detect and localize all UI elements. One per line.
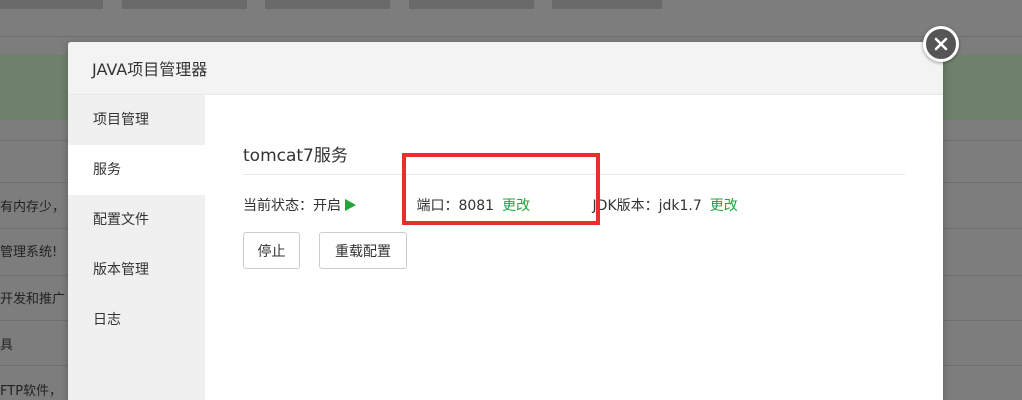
background-row-text: 有内存少， xyxy=(0,200,66,215)
background-tab xyxy=(552,0,662,9)
stop-button[interactable]: 停止 xyxy=(243,232,300,269)
jdk-version-label: JDK版本：jdk1.7 xyxy=(592,198,702,214)
close-icon xyxy=(933,36,949,52)
background-row-text: 管理系统! xyxy=(0,245,58,260)
background-row-text: FTP软件， xyxy=(0,384,63,399)
background-tab xyxy=(265,0,390,9)
service-title: tomcat7服务 xyxy=(243,146,348,166)
status-label: 当前状态：开启 xyxy=(243,198,341,214)
sidebar-item-service[interactable]: 服务 xyxy=(68,145,205,195)
dialog-body: 项目管理 服务 配置文件 版本管理 日志 tomcat7服务 当前状态：开启 端… xyxy=(68,95,943,400)
background-divider xyxy=(0,36,1022,37)
dialog-header: JAVA项目管理器 xyxy=(68,42,943,95)
dialog-title: JAVA项目管理器 xyxy=(92,60,208,79)
sidebar-item-project-management[interactable]: 项目管理 xyxy=(68,95,205,145)
sidebar-item-log[interactable]: 日志 xyxy=(68,295,205,345)
sidebar-item-config-file[interactable]: 配置文件 xyxy=(68,195,205,245)
highlight-box xyxy=(402,153,600,225)
dialog-sidebar: 项目管理 服务 配置文件 版本管理 日志 xyxy=(68,95,205,400)
sidebar-item-version-management[interactable]: 版本管理 xyxy=(68,245,205,295)
jdk-change-link[interactable]: 更改 xyxy=(710,195,738,215)
close-dialog-button[interactable] xyxy=(923,26,959,62)
play-icon xyxy=(345,199,356,215)
reload-config-button[interactable]: 重载配置 xyxy=(319,232,407,269)
background-tab xyxy=(0,0,103,9)
background-tab xyxy=(122,0,247,9)
background-row-text: 开发和推广 xyxy=(0,292,66,307)
background-row-text: 具 xyxy=(0,338,14,353)
background-tab xyxy=(409,0,534,9)
